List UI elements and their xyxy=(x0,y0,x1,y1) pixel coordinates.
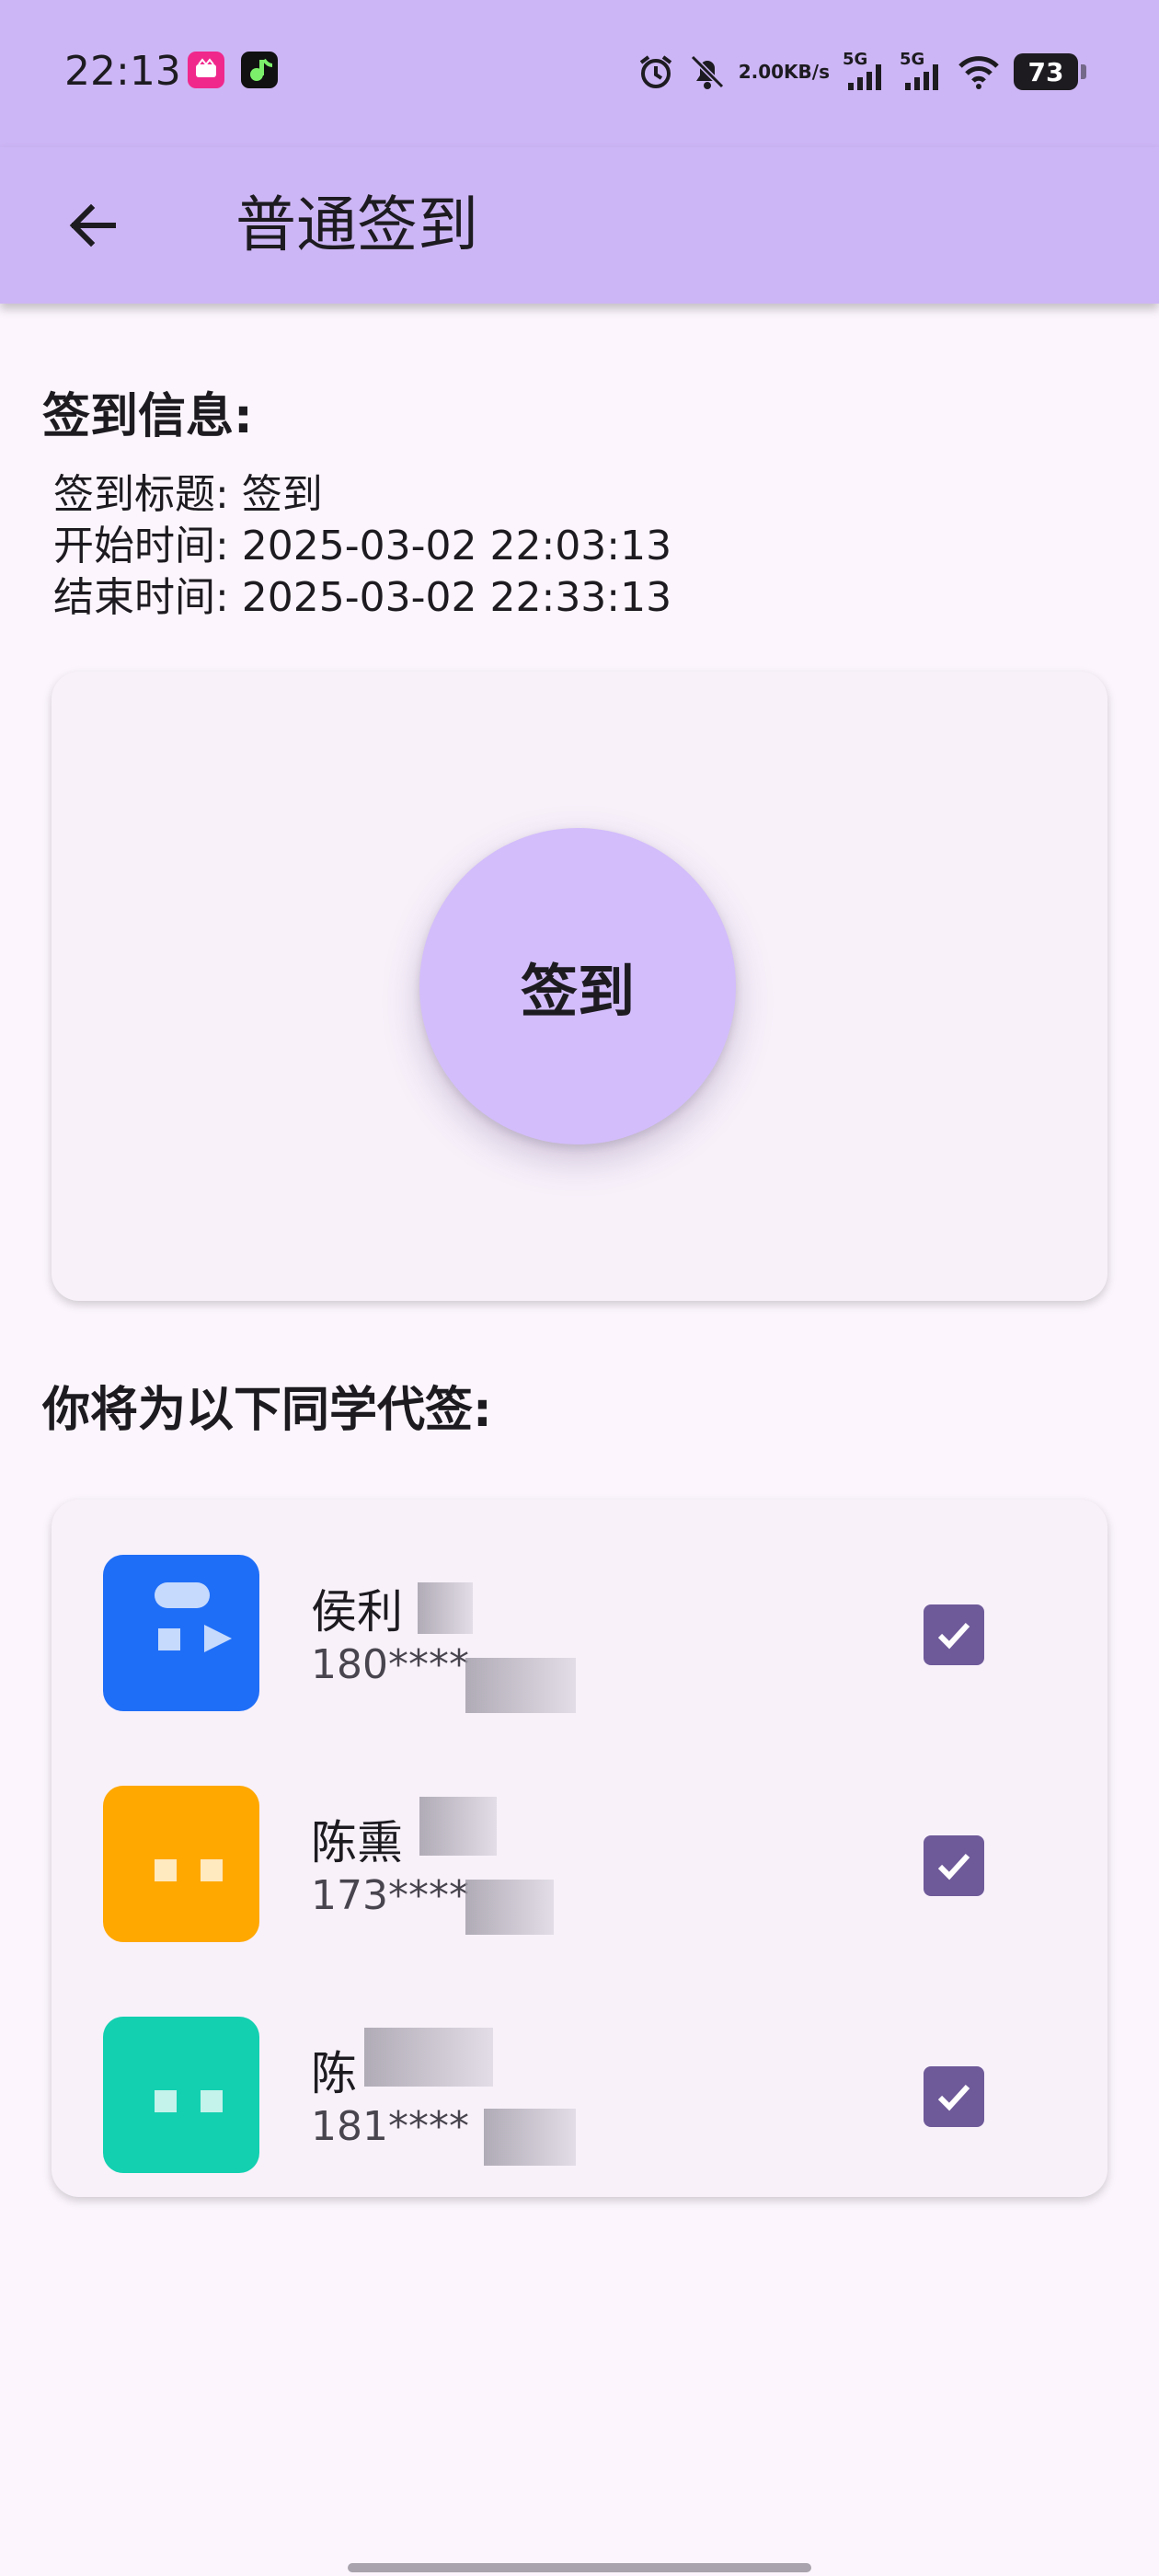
proxy-heading: 你将为以下同学代签: xyxy=(42,1383,492,1438)
arrow-left-icon xyxy=(69,203,116,247)
app-music-icon xyxy=(188,52,224,88)
checkin-start-line: 开始时间: 2025-03-02 22:03:13 xyxy=(53,523,672,569)
student-name: 侯利 xyxy=(311,1585,403,1639)
checkin-info-heading: 签到信息: xyxy=(42,389,253,444)
battery-icon: 73 xyxy=(1014,53,1086,90)
checkin-info: 签到标题: 签到 开始时间: 2025-03-02 22:03:13 结束时间:… xyxy=(53,469,671,624)
checkin-card: 签到 xyxy=(52,672,1107,1301)
wifi-icon xyxy=(957,53,1001,90)
battery-level: 73 xyxy=(1027,56,1064,87)
alarm-icon xyxy=(636,52,676,92)
signal-label: 5G xyxy=(900,50,925,69)
check-icon xyxy=(937,1853,970,1880)
checkin-title-line: 签到标题: 签到 xyxy=(53,471,323,518)
bell-off-icon xyxy=(689,52,726,92)
avatar xyxy=(103,1786,259,1942)
avatar xyxy=(103,1555,259,1711)
signal-icon: 5G xyxy=(843,50,887,94)
network-speed: 2.00 KB/s xyxy=(739,63,830,81)
signal-icon: 5G xyxy=(900,50,944,94)
status-time: 22:13 xyxy=(64,48,181,95)
student-name: 陈熏 xyxy=(311,1816,403,1869)
student-list: 侯利 180**** 陈熏 173**** 陈 181**** xyxy=(52,1500,1107,2197)
check-icon xyxy=(937,2084,970,2111)
student-phone: 181**** xyxy=(311,2103,469,2150)
back-button[interactable] xyxy=(52,184,134,267)
app-tiktok-icon xyxy=(241,52,278,88)
signal-label: 5G xyxy=(843,50,868,69)
home-indicator[interactable] xyxy=(348,2563,811,2572)
network-speed-unit: KB/s xyxy=(784,61,830,83)
app-bar: 普通签到 xyxy=(0,147,1159,304)
student-phone: 173**** xyxy=(311,1872,469,1919)
checkin-end-line: 结束时间: 2025-03-02 22:33:13 xyxy=(53,574,672,621)
page-title: 普通签到 xyxy=(235,190,478,260)
list-item[interactable]: 陈熏 173**** xyxy=(52,1769,1107,1953)
list-item[interactable]: 侯利 180**** xyxy=(52,1538,1107,1722)
student-checkbox[interactable] xyxy=(924,1835,984,1896)
avatar xyxy=(103,2017,259,2173)
check-icon xyxy=(937,1622,970,1650)
student-checkbox[interactable] xyxy=(924,2066,984,2127)
status-icons: 2.00 KB/s 5G 5G 73 xyxy=(636,46,1086,98)
student-checkbox[interactable] xyxy=(924,1604,984,1665)
list-item[interactable]: 陈 181**** xyxy=(52,2000,1107,2184)
checkin-button[interactable]: 签到 xyxy=(419,828,736,1144)
network-speed-value: 2.00 xyxy=(738,61,785,83)
student-phone: 180**** xyxy=(311,1641,469,1688)
student-name: 陈 xyxy=(311,2047,357,2100)
status-bar: 22:13 2.00 KB/s 5G 5G 73 xyxy=(0,0,1159,147)
